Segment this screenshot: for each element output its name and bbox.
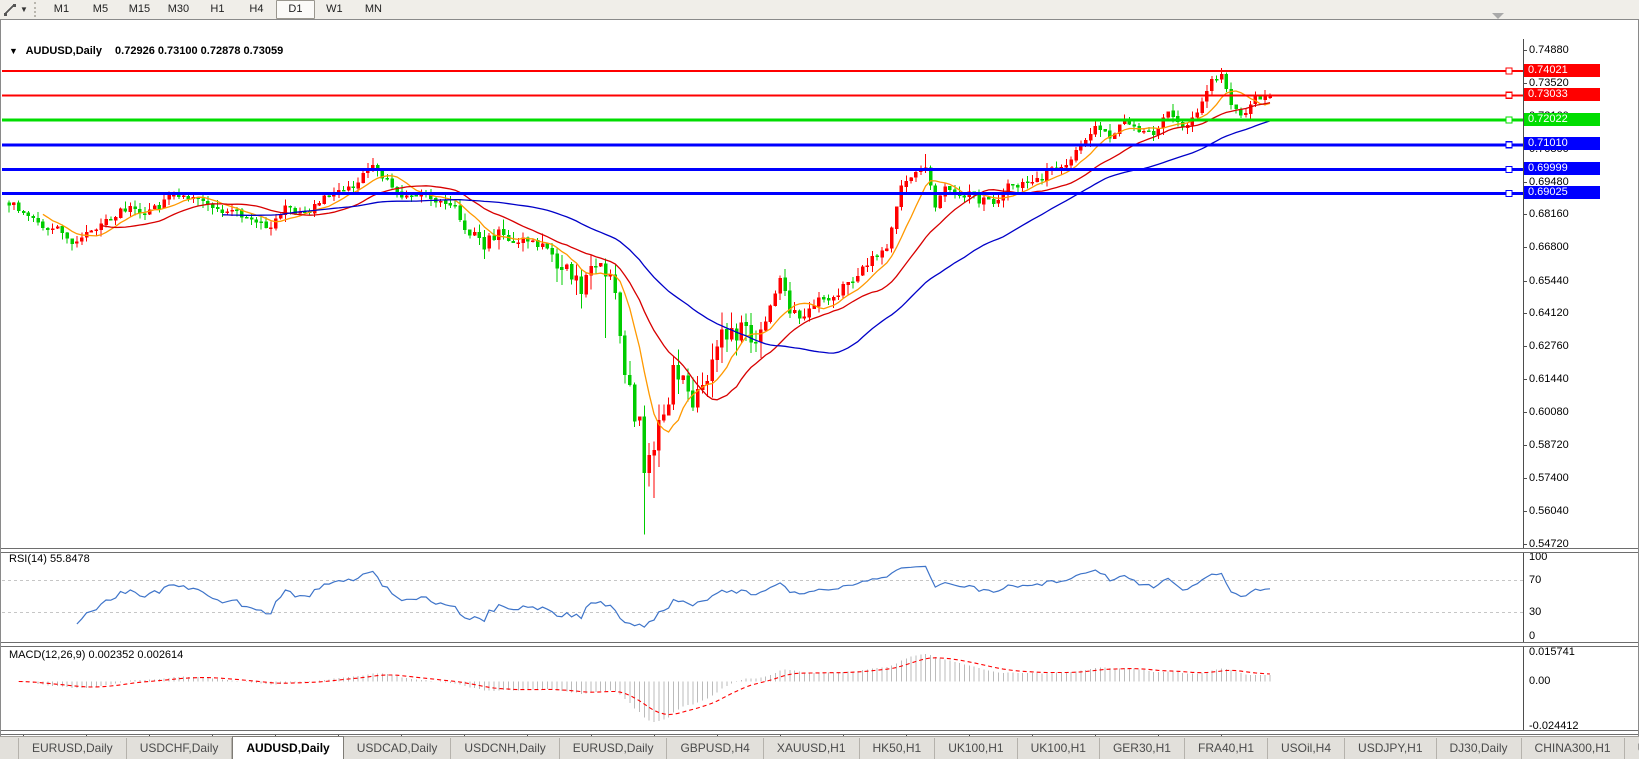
horizontal-line-object[interactable]: [2, 67, 1523, 75]
symbol-tab-bar: EURUSD,Daily USDCHF,Daily AUDUSD,Daily USDC…: [0, 736, 1639, 759]
timeframe-button-m15[interactable]: M15: [120, 0, 159, 19]
macd-axis-label: 0.00: [1529, 675, 1551, 687]
chart-tab-china300-h1[interactable]: CHINA300,H1: [1522, 738, 1625, 759]
chart-tab-eurusd-daily[interactable]: EURUSD,Daily: [18, 738, 127, 759]
horizontal-line-object[interactable]: [2, 166, 1523, 174]
chart-tab-usdcad-daily[interactable]: USDCAD,Daily: [344, 738, 452, 759]
chart-tab-fra40-h1[interactable]: FRA40,H1: [1185, 738, 1269, 759]
timeframe-buttons: M1 M5 M15 M30 H1 H4 D1 W1 MN: [42, 0, 393, 19]
price-axis-tick: [1523, 511, 1527, 512]
chart-tab-uk100-h1[interactable]: UK100,H1: [935, 738, 1018, 759]
hline-price-label: 0.73033: [1524, 88, 1600, 101]
chart-tab-audusd-daily[interactable]: AUDUSD,Daily: [232, 736, 344, 759]
line-handle[interactable]: [1505, 67, 1513, 75]
price-axis-label: 0.58720: [1529, 439, 1569, 451]
timeframe-button-h4[interactable]: H4: [237, 0, 276, 19]
hline-price-label: 0.74021: [1524, 64, 1600, 77]
price-axis-tick: [1523, 412, 1527, 413]
price-axis-tick: [1523, 182, 1527, 183]
macd-histogram: [18, 653, 1271, 723]
price-axis-tick: [1523, 313, 1527, 314]
horizontal-line-object[interactable]: [2, 141, 1523, 149]
toolbar-dropdown-caret[interactable]: ▼: [20, 5, 28, 14]
price-axis-label: 0.61440: [1529, 373, 1569, 385]
chart-tab-usdcnh-daily[interactable]: USDCNH,Daily: [451, 738, 560, 759]
price-axis-label: 0.74880: [1529, 44, 1569, 56]
timeframe-button-h1[interactable]: H1: [198, 0, 237, 19]
collapse-chart-icon[interactable]: ▼: [9, 46, 18, 56]
rsi-axis-label: 0: [1529, 630, 1536, 642]
chart-tab-ger30-h1[interactable]: GER30,H1: [1100, 738, 1185, 759]
main-price-chart[interactable]: [2, 40, 1523, 548]
timeframe-button-w1[interactable]: W1: [315, 0, 354, 19]
chart-ohlc-values: 0.72926 0.73100 0.72878 0.73059: [115, 45, 284, 57]
rsi-axis-label: 30: [1529, 606, 1542, 618]
chart-tab-gbpusd-h4[interactable]: GBPUSD,H4: [667, 738, 764, 759]
chart-tab-dj30-daily[interactable]: DJ30,Daily: [1437, 738, 1522, 759]
horizontal-line-object[interactable]: [2, 189, 1523, 198]
hline-price-label: 0.69999: [1524, 162, 1600, 175]
timeframe-button-mn[interactable]: MN: [354, 0, 393, 19]
macd-axis-label: 0.015741: [1529, 646, 1575, 658]
timeframe-button-d1[interactable]: D1: [275, 0, 315, 19]
timeframe-button-m1[interactable]: M1: [42, 0, 81, 19]
macd-indicator-chart[interactable]: [2, 645, 1523, 730]
timeframe-button-m30[interactable]: M30: [159, 0, 198, 19]
moving-average-line[interactable]: [101, 101, 1271, 401]
horizontal-line-object[interactable]: [2, 116, 1523, 124]
line-handle[interactable]: [1505, 91, 1513, 99]
price-axis-label: 0.62760: [1529, 340, 1569, 352]
price-axis-tick: [1523, 50, 1527, 51]
rsi-line: [76, 565, 1271, 628]
rsi-title: RSI(14) 55.8478: [9, 553, 90, 565]
chart-tab-usdjpy-h1[interactable]: USDJPY,H1: [1345, 738, 1437, 759]
price-axis-label: 0.60080: [1529, 406, 1569, 418]
price-axis-tick: [1523, 247, 1527, 248]
chart-tab-usdchf-daily[interactable]: USDCHF,Daily: [127, 738, 233, 759]
trendline-icon[interactable]: [0, 1, 20, 18]
macd-title: MACD(12,26,9) 0.002352 0.002614: [9, 649, 184, 661]
rsi-axis-label: 70: [1529, 574, 1542, 586]
line-handle[interactable]: [1505, 166, 1513, 174]
price-axis-tick: [1523, 544, 1527, 545]
line-handle[interactable]: [1505, 141, 1513, 149]
pane-separator[interactable]: [1, 642, 1638, 647]
price-axis-tick: [1523, 346, 1527, 347]
pane-separator[interactable]: [1, 548, 1638, 553]
price-axis-tick: [1523, 478, 1527, 479]
price-axis-label: 0.57400: [1529, 472, 1569, 484]
timeframe-toolbar: ▼ M1 M5 M15 M30 H1 H4 D1 W1 MN: [0, 0, 1639, 20]
price-axis-tick: [1523, 445, 1527, 446]
rsi-indicator-chart[interactable]: [2, 551, 1523, 641]
price-axis-label: 0.68160: [1529, 208, 1569, 220]
chart-window: ▼ AUDUSD,Daily 0.72926 0.73100 0.72878 0…: [0, 19, 1639, 749]
chart-tab-xauusd-h1[interactable]: XAUUSD,H1: [764, 738, 860, 759]
chart-tab-usoil-h1[interactable]: USOil,H1: [1625, 738, 1639, 759]
toolbar-grip[interactable]: [33, 2, 36, 17]
chart-tab-usoil-h4[interactable]: USOil,H4: [1268, 738, 1346, 759]
chart-tab-uk100-h1[interactable]: UK100,H1: [1018, 738, 1100, 759]
chart-tab-hk50-h1[interactable]: HK50,H1: [860, 738, 936, 759]
price-axis-label: 0.64120: [1529, 307, 1569, 319]
hline-price-label: 0.71010: [1524, 137, 1600, 150]
timeframe-button-m5[interactable]: M5: [81, 0, 120, 19]
price-axis-tick: [1523, 214, 1527, 215]
price-axis-tick: [1523, 379, 1527, 380]
pane-separator: [1, 730, 1638, 735]
chart-title: ▼ AUDUSD,Daily 0.72926 0.73100 0.72878 0…: [9, 45, 283, 57]
chart-symbol-period: AUDUSD,Daily: [25, 45, 102, 57]
line-handle[interactable]: [1505, 189, 1513, 198]
price-axis-tick: [1523, 281, 1527, 282]
price-axis-label: 0.65440: [1529, 275, 1569, 287]
price-axis-label: 0.56040: [1529, 505, 1569, 517]
price-axis-label: 0.66800: [1529, 241, 1569, 253]
horizontal-line-object[interactable]: [2, 91, 1523, 99]
hline-price-label: 0.72022: [1524, 113, 1600, 126]
hline-price-label: 0.69025: [1524, 186, 1600, 199]
line-handle[interactable]: [1505, 116, 1513, 124]
chart-tab-eurusd-daily[interactable]: EURUSD,Daily: [560, 738, 668, 759]
price-axis-tick: [1523, 83, 1527, 84]
